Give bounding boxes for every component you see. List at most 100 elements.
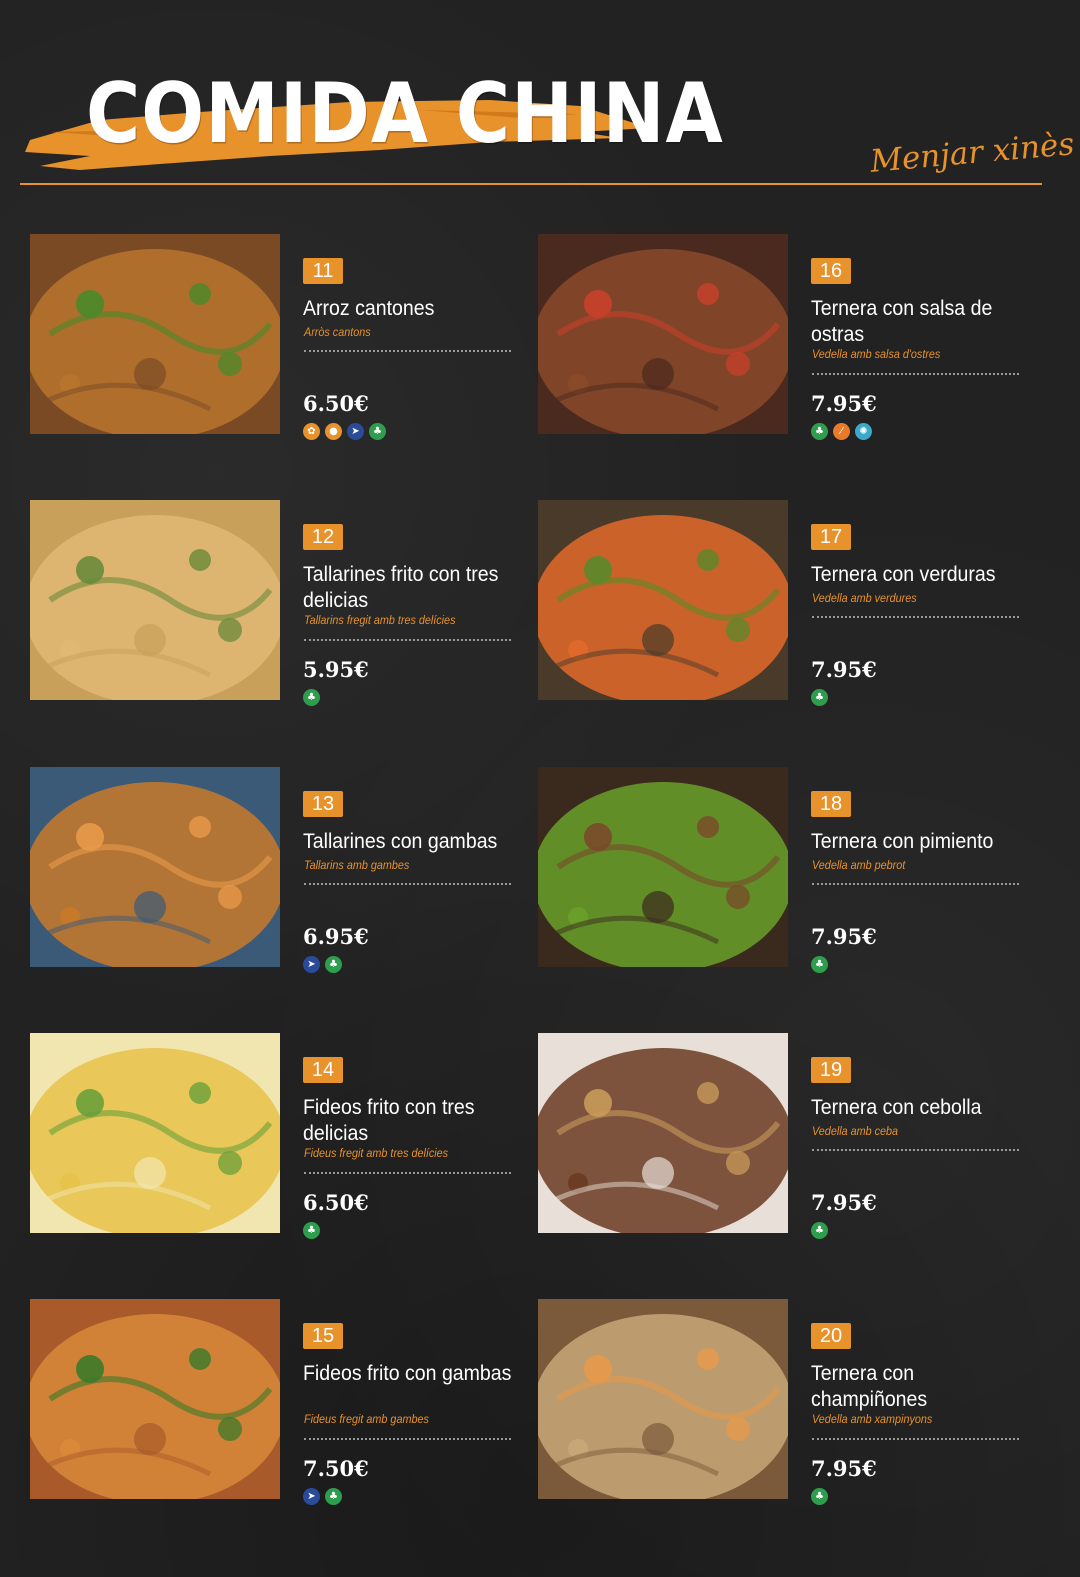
dotted-leader	[304, 1172, 511, 1174]
item-price: 7.95€	[811, 391, 877, 416]
soy-icon: ♣	[369, 423, 386, 440]
menu-item: 20 Ternera con champiñones Vedella amb x…	[538, 1299, 1038, 1505]
dotted-leader	[812, 883, 1019, 885]
dish-photo	[30, 767, 280, 967]
item-name-catalan: Vedella amb pebrot	[812, 858, 906, 872]
page-title: COMIDA CHINA	[86, 66, 724, 163]
soy-icon: ♣	[325, 956, 342, 973]
allergen-icons: ♣ ⁄ ✺	[811, 423, 872, 440]
item-number: 19	[811, 1057, 851, 1083]
item-name-catalan: Tallarins amb gambes	[304, 858, 410, 872]
allergen-icons: ➤ ♣	[303, 956, 342, 973]
mustard-icon: ⁄	[833, 423, 850, 440]
item-name: Tallarines con gambas	[303, 830, 498, 853]
dotted-leader	[304, 639, 511, 641]
allergen-icons: ♣	[811, 1222, 828, 1239]
menu-item: 15 Fideos frito con gambas Fideus fregit…	[30, 1299, 530, 1505]
soy-icon: ♣	[325, 1488, 342, 1505]
soy-icon: ♣	[303, 1222, 320, 1239]
item-price: 5.95€	[303, 657, 369, 682]
page-subtitle: Menjar xinès	[868, 126, 1076, 180]
molluscs-icon: ✺	[855, 423, 872, 440]
soy-icon: ♣	[811, 423, 828, 440]
item-name-catalan: Tallarins fregit amb tres delícies	[304, 613, 456, 627]
allergen-icons: ♣	[303, 1222, 320, 1239]
soy-icon: ♣	[303, 689, 320, 706]
dish-photo	[30, 1033, 280, 1233]
item-name-catalan: Vedella amb verdures	[812, 591, 917, 605]
menu-item: 19 Ternera con cebolla Vedella amb ceba …	[538, 1033, 1038, 1239]
dish-photo	[538, 767, 788, 967]
item-number: 17	[811, 524, 851, 550]
dish-photo	[30, 1299, 280, 1499]
allergen-icons: ♣	[811, 956, 828, 973]
dotted-leader	[812, 1149, 1019, 1151]
item-number: 14	[303, 1057, 343, 1083]
dish-photo	[538, 1299, 788, 1499]
dish-photo	[30, 500, 280, 700]
item-name-catalan: Vedella amb salsa d'ostres	[812, 347, 941, 361]
menu-item: 16 Ternera con salsa de ostras Vedella a…	[538, 234, 1038, 440]
soy-icon: ♣	[811, 1488, 828, 1505]
fish-icon: ➤	[347, 423, 364, 440]
allergen-icons: ♣	[303, 689, 320, 706]
item-number: 20	[811, 1323, 851, 1349]
item-price: 6.50€	[303, 1190, 369, 1215]
menu-item: 14 Fideos frito con tres delicias Fideus…	[30, 1033, 530, 1239]
dotted-leader	[304, 883, 511, 885]
menu-item: 18 Ternera con pimiento Vedella amb pebr…	[538, 767, 1038, 973]
allergen-icons: ♣	[811, 689, 828, 706]
egg-icon: ●	[325, 423, 342, 440]
header-divider	[20, 183, 1042, 185]
item-name: Ternera con champiñones	[811, 1362, 928, 1411]
dotted-leader	[304, 1438, 511, 1440]
item-price: 6.50€	[303, 391, 369, 416]
item-name: Ternera con salsa de ostras	[811, 297, 993, 346]
item-number: 12	[303, 524, 343, 550]
fish-icon: ➤	[303, 956, 320, 973]
fish-icon: ➤	[303, 1488, 320, 1505]
menu-item: 11 Arroz cantones Arròs cantons 6.50€ ✿ ●…	[30, 234, 530, 440]
allergen-icons: ♣	[811, 1488, 828, 1505]
soy-icon: ♣	[811, 1222, 828, 1239]
item-price: 6.95€	[303, 924, 369, 949]
dish-photo	[538, 1033, 788, 1233]
item-price: 7.95€	[811, 1190, 877, 1215]
item-price: 7.50€	[303, 1456, 369, 1481]
dotted-leader	[812, 373, 1019, 375]
menu-item: 13 Tallarines con gambas Tallarins amb g…	[30, 767, 530, 973]
item-price: 7.95€	[811, 1456, 877, 1481]
soy-icon: ♣	[811, 956, 828, 973]
item-name-catalan: Arròs cantons	[304, 325, 371, 339]
menu-item: 17 Ternera con verduras Vedella amb verd…	[538, 500, 1038, 706]
item-name: Arroz cantones	[303, 297, 435, 320]
menu-item: 12 Tallarines frito con tres delicias Ta…	[30, 500, 530, 706]
gluten-icon: ✿	[303, 423, 320, 440]
item-number: 16	[811, 258, 851, 284]
allergen-icons: ➤ ♣	[303, 1488, 342, 1505]
item-number: 11	[303, 258, 343, 284]
item-name: Tallarines frito con tres delicias	[303, 563, 499, 612]
item-name: Ternera con verduras	[811, 563, 996, 586]
item-name-catalan: Fideus fregit amb tres delícies	[304, 1146, 449, 1160]
item-name: Ternera con cebolla	[811, 1096, 982, 1119]
dish-photo	[30, 234, 280, 434]
menu-header: COMIDA CHINA Menjar xinès	[0, 0, 1080, 190]
item-name: Ternera con pimiento	[811, 830, 994, 853]
dotted-leader	[812, 616, 1019, 618]
allergen-icons: ✿ ● ➤ ♣	[303, 423, 386, 440]
soy-icon: ♣	[811, 689, 828, 706]
dotted-leader	[812, 1438, 1019, 1440]
item-name: Fideos frito con gambas	[303, 1362, 512, 1385]
item-name-catalan: Fideus fregit amb gambes	[304, 1412, 429, 1426]
item-name-catalan: Vedella amb xampinyons	[812, 1412, 933, 1426]
item-number: 15	[303, 1323, 343, 1349]
dotted-leader	[304, 350, 511, 352]
dish-photo	[538, 234, 788, 434]
item-price: 7.95€	[811, 657, 877, 682]
dish-photo	[538, 500, 788, 700]
item-name-catalan: Vedella amb ceba	[812, 1124, 899, 1138]
item-number: 13	[303, 791, 343, 817]
item-number: 18	[811, 791, 851, 817]
item-price: 7.95€	[811, 924, 877, 949]
